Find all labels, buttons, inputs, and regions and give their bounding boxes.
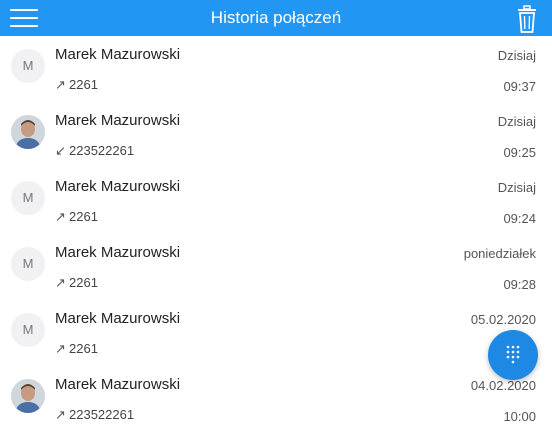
- outgoing-call-icon: ↗: [55, 275, 67, 291]
- call-date: 05.02.2020: [471, 312, 536, 327]
- phone-number: 2261: [69, 77, 98, 92]
- call-number: ↗2261: [55, 275, 98, 291]
- call-number: ↙223522261: [55, 143, 134, 159]
- call-time: 10:00: [503, 409, 536, 424]
- call-time: 09:37: [503, 79, 536, 94]
- avatar: M: [11, 181, 45, 215]
- outgoing-call-icon: ↗: [55, 407, 67, 423]
- call-date: 04.02.2020: [471, 378, 536, 393]
- app-header: Historia połączeń: [0, 0, 552, 36]
- contact-name: Marek Mazurowski: [55, 310, 180, 327]
- phone-number: 2261: [69, 209, 98, 224]
- outgoing-call-icon: ↗: [55, 341, 67, 357]
- phone-number: 2261: [69, 275, 98, 290]
- outgoing-call-icon: ↗: [55, 77, 67, 93]
- call-row[interactable]: M Marek Mazurowski ↗2261 poniedziałek 09…: [0, 234, 552, 300]
- call-date: poniedziałek: [464, 246, 536, 261]
- call-date: Dzisiaj: [498, 48, 536, 63]
- incoming-call-icon: ↙: [55, 143, 67, 159]
- call-time: 09:25: [503, 145, 536, 160]
- call-row[interactable]: Marek Mazurowski ↗223522261 04.02.2020 1…: [0, 366, 552, 432]
- call-time: 09:24: [503, 211, 536, 226]
- avatar: M: [11, 247, 45, 281]
- call-time: 09:28: [503, 277, 536, 292]
- call-row[interactable]: Marek Mazurowski ↙223522261 Dzisiaj 09:2…: [0, 102, 552, 168]
- avatar: [11, 379, 45, 413]
- avatar: M: [11, 49, 45, 83]
- contact-name: Marek Mazurowski: [55, 244, 180, 261]
- call-date: Dzisiaj: [498, 114, 536, 129]
- phone-number: 2261: [69, 341, 98, 356]
- call-number: ↗2261: [55, 209, 98, 225]
- call-history-list: M Marek Mazurowski ↗2261 Dzisiaj 09:37 M…: [0, 36, 552, 432]
- call-date: Dzisiaj: [498, 180, 536, 195]
- dialpad-button[interactable]: [488, 330, 538, 380]
- trash-icon[interactable]: [516, 5, 538, 33]
- dialpad-icon: [488, 330, 538, 380]
- outgoing-call-icon: ↗: [55, 209, 67, 225]
- contact-name: Marek Mazurowski: [55, 376, 180, 393]
- call-number: ↗2261: [55, 77, 98, 93]
- call-row[interactable]: M Marek Mazurowski ↗2261 Dzisiaj 09:24: [0, 168, 552, 234]
- page-title: Historia połączeń: [0, 0, 552, 36]
- call-row[interactable]: M Marek Mazurowski ↗2261 Dzisiaj 09:37: [0, 36, 552, 102]
- call-row[interactable]: M Marek Mazurowski ↗2261 05.02.2020: [0, 300, 552, 366]
- phone-number: 223522261: [69, 143, 134, 158]
- avatar: [11, 115, 45, 149]
- contact-name: Marek Mazurowski: [55, 112, 180, 129]
- call-number: ↗2261: [55, 341, 98, 357]
- call-number: ↗223522261: [55, 407, 134, 423]
- phone-number: 223522261: [69, 407, 134, 422]
- contact-name: Marek Mazurowski: [55, 178, 180, 195]
- avatar: M: [11, 313, 45, 347]
- contact-name: Marek Mazurowski: [55, 46, 180, 63]
